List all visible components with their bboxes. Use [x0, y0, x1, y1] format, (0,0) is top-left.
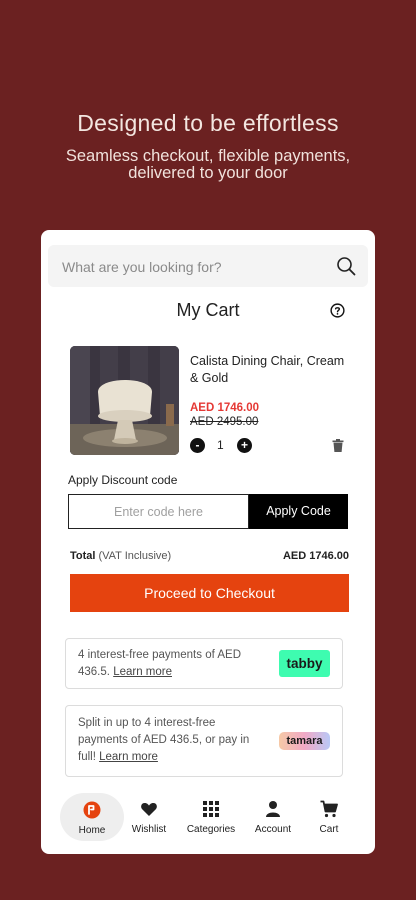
- nav-home[interactable]: Home: [60, 793, 124, 841]
- total-title: Total: [70, 550, 96, 562]
- app-screen: My Cart Calista Dining Chair, Cream & Go…: [41, 230, 375, 854]
- original-price: AED 2495.00: [190, 416, 259, 428]
- tabby-learn-more-link[interactable]: Learn more: [113, 666, 172, 678]
- discount-label: Apply Discount code: [68, 473, 178, 487]
- nav-categories[interactable]: Categories: [180, 790, 242, 842]
- tamara-learn-more-link[interactable]: Learn more: [99, 751, 158, 763]
- total-amount: AED 1746.00: [282, 550, 349, 562]
- user-icon: [266, 801, 280, 817]
- bottom-nav: Home Wishlist Categories Account Cart: [41, 790, 375, 854]
- search-bar[interactable]: [48, 245, 368, 289]
- product-name[interactable]: Calista Dining Chair, Cream & Gold: [190, 353, 350, 387]
- heart-icon: [141, 803, 157, 816]
- nav-home-label: Home: [78, 825, 106, 836]
- sale-price: AED 1746.00: [190, 402, 260, 414]
- nav-wishlist-label: Wishlist: [131, 824, 167, 835]
- search-input[interactable]: [60, 245, 324, 289]
- nav-account-label: Account: [254, 824, 292, 835]
- nav-cart[interactable]: Cart: [298, 790, 360, 842]
- nav-categories-label: Categories: [186, 824, 236, 835]
- tabby-logo: tabby: [279, 650, 330, 677]
- tamara-logo: tamara: [279, 732, 330, 750]
- quantity-increase-button[interactable]: +: [237, 438, 252, 453]
- total-label: Total (VAT Inclusive): [70, 550, 171, 562]
- chair-image: [70, 346, 179, 455]
- hero-subtitle-line2: delivered to your door: [128, 164, 288, 182]
- question-circle-icon[interactable]: [330, 303, 345, 318]
- quantity-decrease-button[interactable]: -: [190, 438, 205, 453]
- discount-code-input[interactable]: [68, 494, 249, 529]
- page-title: My Cart: [176, 300, 240, 320]
- proceed-to-checkout-button[interactable]: Proceed to Checkout: [70, 574, 349, 612]
- hero-title: Designed to be effortless: [77, 110, 339, 136]
- nav-cart-label: Cart: [319, 824, 339, 835]
- grid-icon: [203, 801, 219, 817]
- search-icon[interactable]: [336, 256, 356, 276]
- hero-subtitle: Seamless checkout, flexible payments, de…: [0, 148, 416, 182]
- product-image[interactable]: [70, 346, 179, 455]
- apply-code-button[interactable]: Apply Code: [249, 494, 348, 529]
- vat-note: (VAT Inclusive): [98, 550, 172, 562]
- tamara-installments-box: Split in up to 4 interest-free payments …: [65, 705, 343, 777]
- tabby-installments-box: 4 interest-free payments of AED 436.5. L…: [65, 638, 343, 689]
- hero-subtitle-line1: Seamless checkout, flexible payments,: [65, 147, 351, 165]
- trash-icon[interactable]: [332, 439, 344, 452]
- nav-account[interactable]: Account: [242, 790, 304, 842]
- nav-wishlist[interactable]: Wishlist: [118, 790, 180, 842]
- quantity-value: 1: [217, 438, 224, 452]
- home-logo-icon: [83, 801, 101, 819]
- cart-icon: [320, 800, 338, 818]
